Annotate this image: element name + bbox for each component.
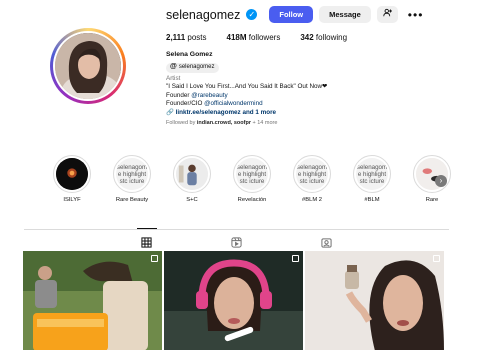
reel-icon (292, 255, 299, 262)
posts-grid-icon[interactable] (141, 235, 153, 248)
post-thumbnail[interactable] (164, 251, 303, 350)
threads-badge[interactable]: @ selenagomez (166, 62, 219, 73)
story-highlights: ISILYF selenagome highlight stc icture R… (42, 155, 462, 203)
suggested-users-button[interactable] (376, 6, 398, 23)
tagged-icon[interactable] (321, 235, 333, 248)
highlight-item[interactable]: selenagome highlight stc icture Revelaci… (222, 155, 282, 203)
post-thumbnail[interactable] (305, 251, 444, 350)
highlight-label: ISILYF (63, 197, 81, 203)
profile-picture-ring[interactable] (50, 28, 126, 104)
verified-badge-icon: ✓ (246, 9, 258, 20)
highlight-item[interactable]: selenagome highlight stc icture #BLM (342, 155, 402, 203)
highlight-cover (53, 155, 91, 193)
profile-bio: Selena Gomez @ selenagomez Artist "I Sai… (166, 51, 396, 128)
highlight-label: S+C (186, 197, 198, 203)
highlight-label: #BLM 2 (302, 197, 322, 203)
posts-grid (23, 251, 444, 350)
reel-icon (433, 255, 440, 262)
follow-button[interactable]: Follow (269, 6, 314, 23)
more-options-icon[interactable]: ••• (404, 8, 428, 22)
highlight-label: #BLM (364, 197, 380, 203)
profile-stats: 2,111 posts 418M followers 342 following (166, 33, 347, 42)
highlight-cover: selenagome highlight stc icture (353, 155, 391, 193)
highlight-item[interactable]: ISILYF (42, 155, 102, 203)
posts-stat: 2,111 posts (166, 33, 207, 42)
highlight-label: Rare (425, 197, 439, 203)
highlight-label: Rare Beauty (115, 197, 149, 203)
highlight-cover: selenagome highlight stc icture (233, 155, 271, 193)
highlight-item[interactable]: selenagome highlight stc icture Rare Bea… (102, 155, 162, 203)
followed-by[interactable]: Followed by indian.crowd, soofpr + 14 mo… (166, 119, 396, 128)
threads-handle: selenagomez (178, 64, 215, 71)
highlight-item[interactable]: S+C (162, 155, 222, 203)
threads-icon: @ (170, 63, 177, 71)
reels-icon[interactable] (231, 235, 243, 248)
profile-picture (55, 33, 121, 99)
active-tab-indicator (137, 228, 157, 229)
bio-line-1: "I Said I Love You First...And You Said … (166, 83, 328, 90)
bio-line-3: Founder/CIO @officialwondermind (166, 100, 263, 107)
highlight-item[interactable]: Rare (402, 155, 462, 203)
highlights-next-chevron-icon[interactable]: › (435, 175, 447, 187)
link-icon: 🔗 (166, 108, 174, 116)
bio-line-2: Founder @rarebeauty (166, 91, 228, 99)
full-name: Selena Gomez (166, 51, 213, 58)
mention-officialwondermind[interactable]: @officialwondermind (204, 100, 262, 107)
carousel-icon (151, 255, 158, 262)
mention-rarebeauty[interactable]: @rarebeauty (191, 92, 228, 99)
highlight-item[interactable]: selenagome highlight stc icture #BLM 2 (282, 155, 342, 203)
highlight-cover (173, 155, 211, 193)
profile-picture-frame (53, 31, 123, 101)
add-user-icon (383, 8, 392, 17)
post-thumbnail[interactable] (23, 251, 162, 350)
highlight-cover: selenagome highlight stc icture (293, 155, 331, 193)
highlight-label: Revelación (237, 197, 267, 203)
following-stat[interactable]: 342 following (300, 33, 347, 42)
followers-stat[interactable]: 418M followers (227, 33, 281, 42)
highlight-cover: selenagome highlight stc icture (113, 155, 151, 193)
profile-link[interactable]: 🔗 linktr.ee/selenagomez and 1 more (166, 109, 396, 118)
highlight-cover (413, 155, 451, 193)
tabs-divider (24, 229, 449, 230)
profile-header: selenagomez ✓ Follow Message ••• (166, 6, 427, 23)
message-button[interactable]: Message (319, 6, 371, 23)
profile-category: Artist (166, 74, 181, 82)
username: selenagomez (166, 7, 241, 22)
